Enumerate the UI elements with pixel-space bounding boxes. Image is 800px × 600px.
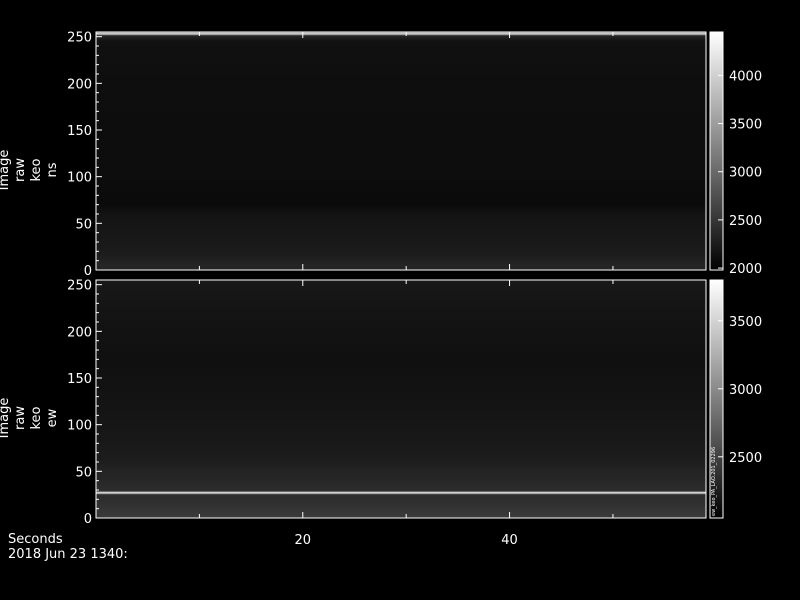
colorbar-tick-label: 3000: [729, 383, 762, 398]
x-axis-label: Seconds: [8, 532, 63, 547]
y-tick-label: 200: [67, 325, 92, 340]
y-tick-label: 250: [67, 279, 92, 294]
y-label-line: ew: [45, 408, 60, 427]
colorbar-tick-label: 2500: [729, 214, 762, 229]
panel-ns: 0 50 100 150 200 250 Image raw keo ns 2000 2500 30…: [0, 31, 762, 279]
y-tick-label: 150: [67, 124, 92, 139]
colorbar-tick-label: 4000: [729, 69, 762, 84]
y-label-line: ns: [45, 162, 60, 177]
y-label-ns: Image raw keo ns: [0, 150, 60, 191]
y-tick-label: 150: [67, 372, 92, 387]
y-tick-label: 100: [67, 419, 92, 434]
panel-ew: 0 50 100 150 200 250 20 40 Image raw keo ew 2500 3…: [0, 279, 762, 548]
side-annotation: ew_keo_PA_LAO.201_02296: [711, 447, 717, 516]
y-label-ew: Image raw keo ew: [0, 398, 60, 439]
y-label-line: raw: [13, 158, 28, 182]
y-tick-label: 0: [84, 264, 92, 279]
y-tick-label: 250: [67, 31, 92, 46]
y-tick-label: 200: [67, 77, 92, 92]
colorbar-tick-label: 3500: [729, 315, 762, 330]
y-label-line: Image: [0, 398, 12, 439]
colorbar-tick-label: 2500: [729, 451, 762, 466]
colorbar-ticks-ew: 2500 3000 3500: [718, 315, 762, 466]
y-label-line: keo: [29, 406, 44, 429]
colorbar-ns: [710, 32, 723, 270]
y-tick-label: 50: [75, 217, 92, 232]
colorbar-tick-label: 2000: [729, 262, 762, 277]
colorbar-tick-label: 3500: [729, 118, 762, 133]
x-tick-label: 20: [295, 533, 312, 548]
x-tick-label: 40: [501, 533, 518, 548]
heatmap-image-ew: [96, 280, 706, 518]
y-tick-label: 100: [67, 171, 92, 186]
keogram-figure: 050100150200250 Image raw keo ns 2000250030…: [0, 31, 762, 562]
heatmap-image-ns: [96, 32, 706, 270]
colorbar-tick-label: 3000: [729, 166, 762, 181]
y-label-line: raw: [13, 406, 28, 430]
y-tick-label: 50: [75, 465, 92, 480]
y-label-line: keo: [29, 158, 44, 181]
date-label: 2018 Jun 23 1340:: [8, 547, 128, 562]
colorbar-ticks-ns: 2000 2500 3000 3500 4000: [718, 69, 762, 277]
y-tick-label: 0: [84, 512, 92, 527]
y-label-line: Image: [0, 150, 12, 191]
